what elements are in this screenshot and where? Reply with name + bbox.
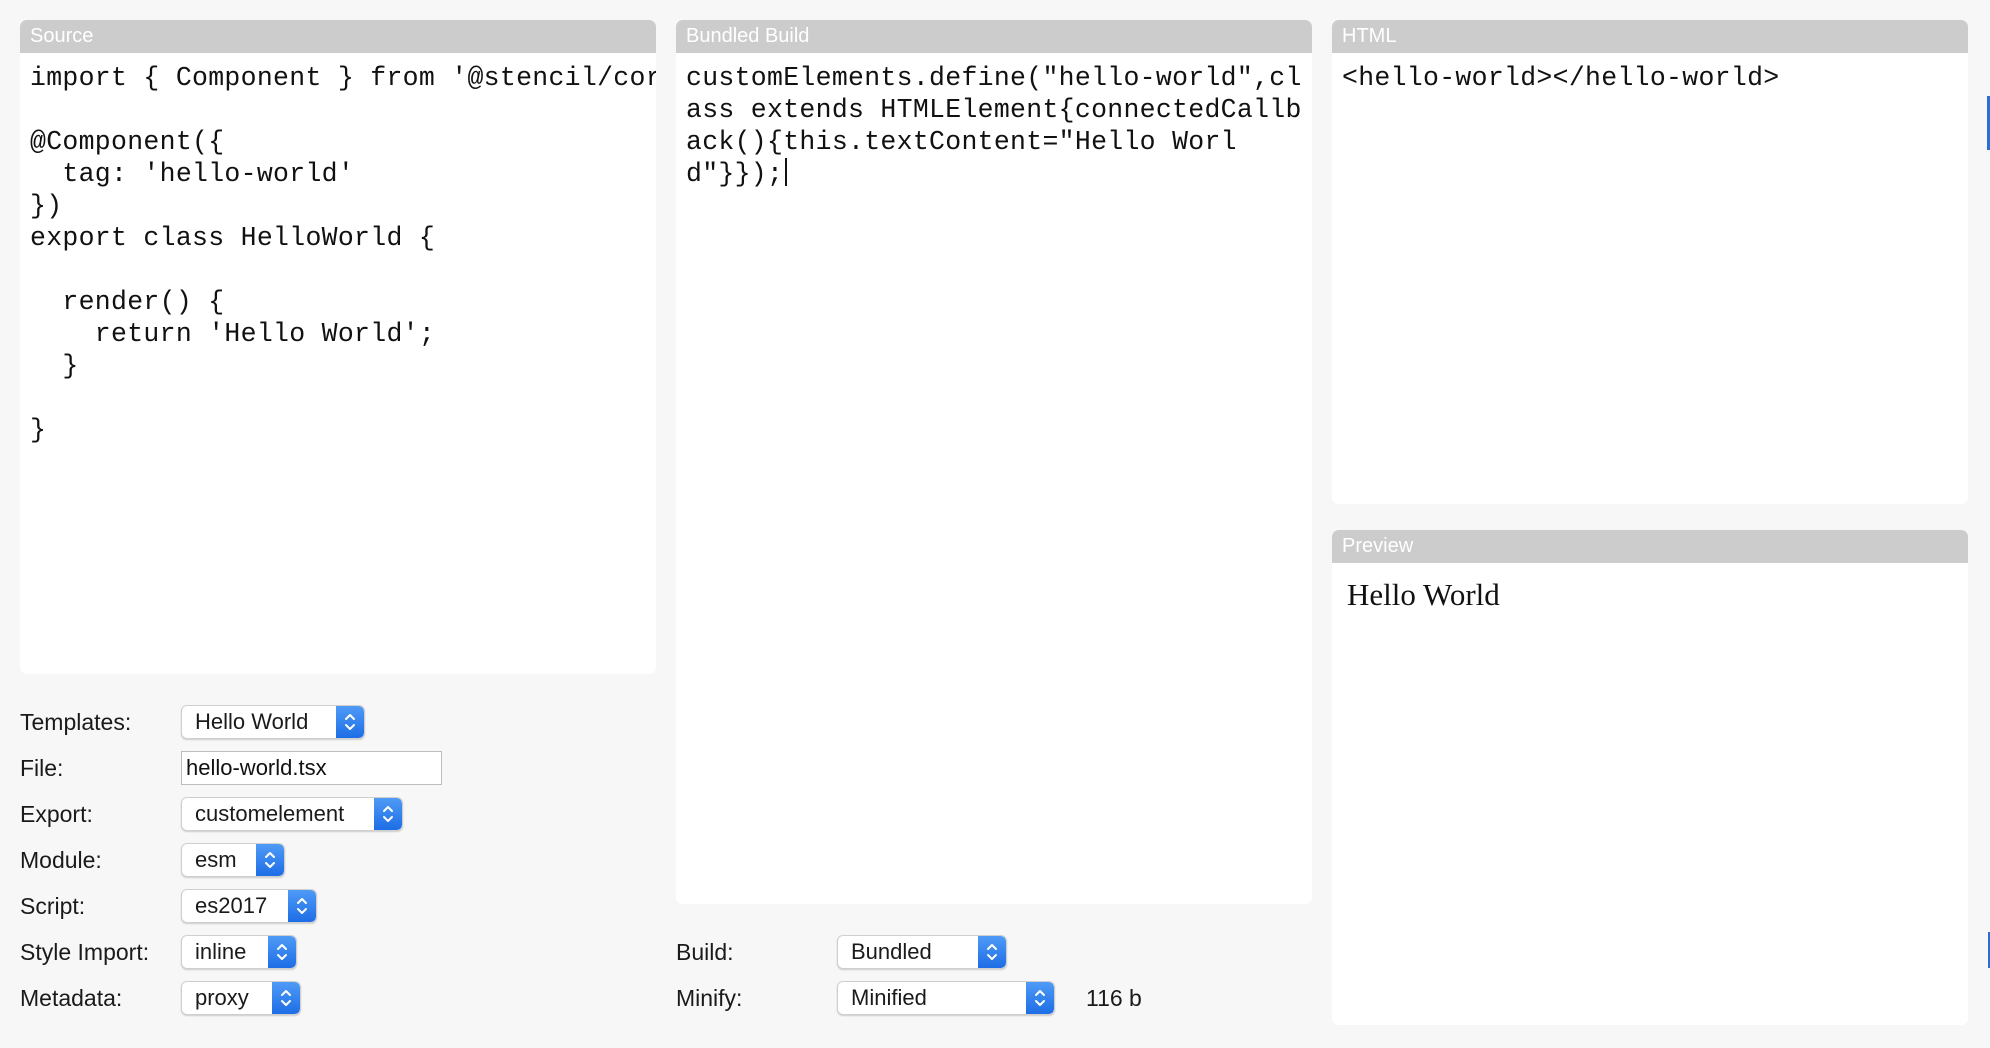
chevron-up-down-icon <box>374 798 402 830</box>
preview-panel: Preview Hello World <box>1332 530 1968 1025</box>
bundled-build-panel: Bundled Build customElements.define("hel… <box>676 20 1312 904</box>
bundle-size: 116 b <box>1086 984 1142 1011</box>
file-input[interactable] <box>181 751 442 785</box>
module-select[interactable]: esm <box>181 843 285 877</box>
build-select[interactable]: Bundled <box>837 935 1007 969</box>
style-import-select[interactable]: inline <box>181 935 297 969</box>
bundled-build-code: customElements.define("hello-world",clas… <box>686 63 1302 189</box>
html-panel: HTML <hello-world></hello-world> <box>1332 20 1968 504</box>
script-select[interactable]: es2017 <box>181 889 317 923</box>
minify-select[interactable]: Minified <box>837 981 1055 1015</box>
chevron-up-down-icon <box>1026 982 1054 1014</box>
bundled-build-panel-title: Bundled Build <box>676 20 1312 53</box>
file-label: File: <box>20 754 64 781</box>
build-label: Build: <box>676 938 734 965</box>
export-select[interactable]: customelement <box>181 797 403 831</box>
templates-row: Templates: Hello World <box>20 704 640 740</box>
metadata-label: Metadata: <box>20 984 123 1011</box>
bundled-build-output[interactable]: customElements.define("hello-world",clas… <box>676 53 1312 199</box>
script-select-value: es2017 <box>195 893 268 918</box>
minify-select-value: Minified <box>851 985 927 1010</box>
export-label: Export: <box>20 800 93 827</box>
source-panel: Source import { Component } from '@stenc… <box>20 20 656 674</box>
module-label: Module: <box>20 846 102 873</box>
preview-content: Hello World <box>1347 577 1500 612</box>
style-import-select-value: inline <box>195 939 247 964</box>
chevron-up-down-icon <box>272 982 300 1014</box>
html-panel-title: HTML <box>1332 20 1968 53</box>
source-code-editor[interactable]: import { Component } from '@stencil/core… <box>20 53 656 455</box>
html-code-editor[interactable]: <hello-world></hello-world> <box>1332 53 1968 103</box>
minify-label: Minify: <box>676 984 743 1011</box>
script-label: Script: <box>20 892 86 919</box>
build-select-value: Bundled <box>851 939 932 964</box>
chevron-up-down-icon <box>978 936 1006 968</box>
module-row: Module: esm <box>20 842 640 878</box>
file-row: File: <box>20 750 640 786</box>
chevron-up-down-icon <box>288 890 316 922</box>
build-row: Build: Bundled <box>676 934 1176 970</box>
metadata-select-value: proxy <box>195 985 249 1010</box>
templates-select[interactable]: Hello World <box>181 705 365 739</box>
export-row: Export: customelement <box>20 796 640 832</box>
chevron-up-down-icon <box>336 706 364 738</box>
preview-panel-title: Preview <box>1332 530 1968 563</box>
templates-label: Templates: <box>20 708 132 735</box>
metadata-row: Metadata: proxy <box>20 980 640 1016</box>
chevron-up-down-icon <box>268 936 296 968</box>
module-select-value: esm <box>195 847 237 872</box>
minify-row: Minify: Minified 116 b <box>676 980 1176 1016</box>
source-panel-title: Source <box>20 20 656 53</box>
templates-select-value: Hello World <box>195 709 309 734</box>
text-caret <box>785 158 788 186</box>
style-import-label: Style Import: <box>20 938 150 965</box>
metadata-select[interactable]: proxy <box>181 981 301 1015</box>
export-select-value: customelement <box>195 801 345 826</box>
chevron-up-down-icon <box>256 844 284 876</box>
script-row: Script: es2017 <box>20 888 640 924</box>
style-import-row: Style Import: inline <box>20 934 640 970</box>
